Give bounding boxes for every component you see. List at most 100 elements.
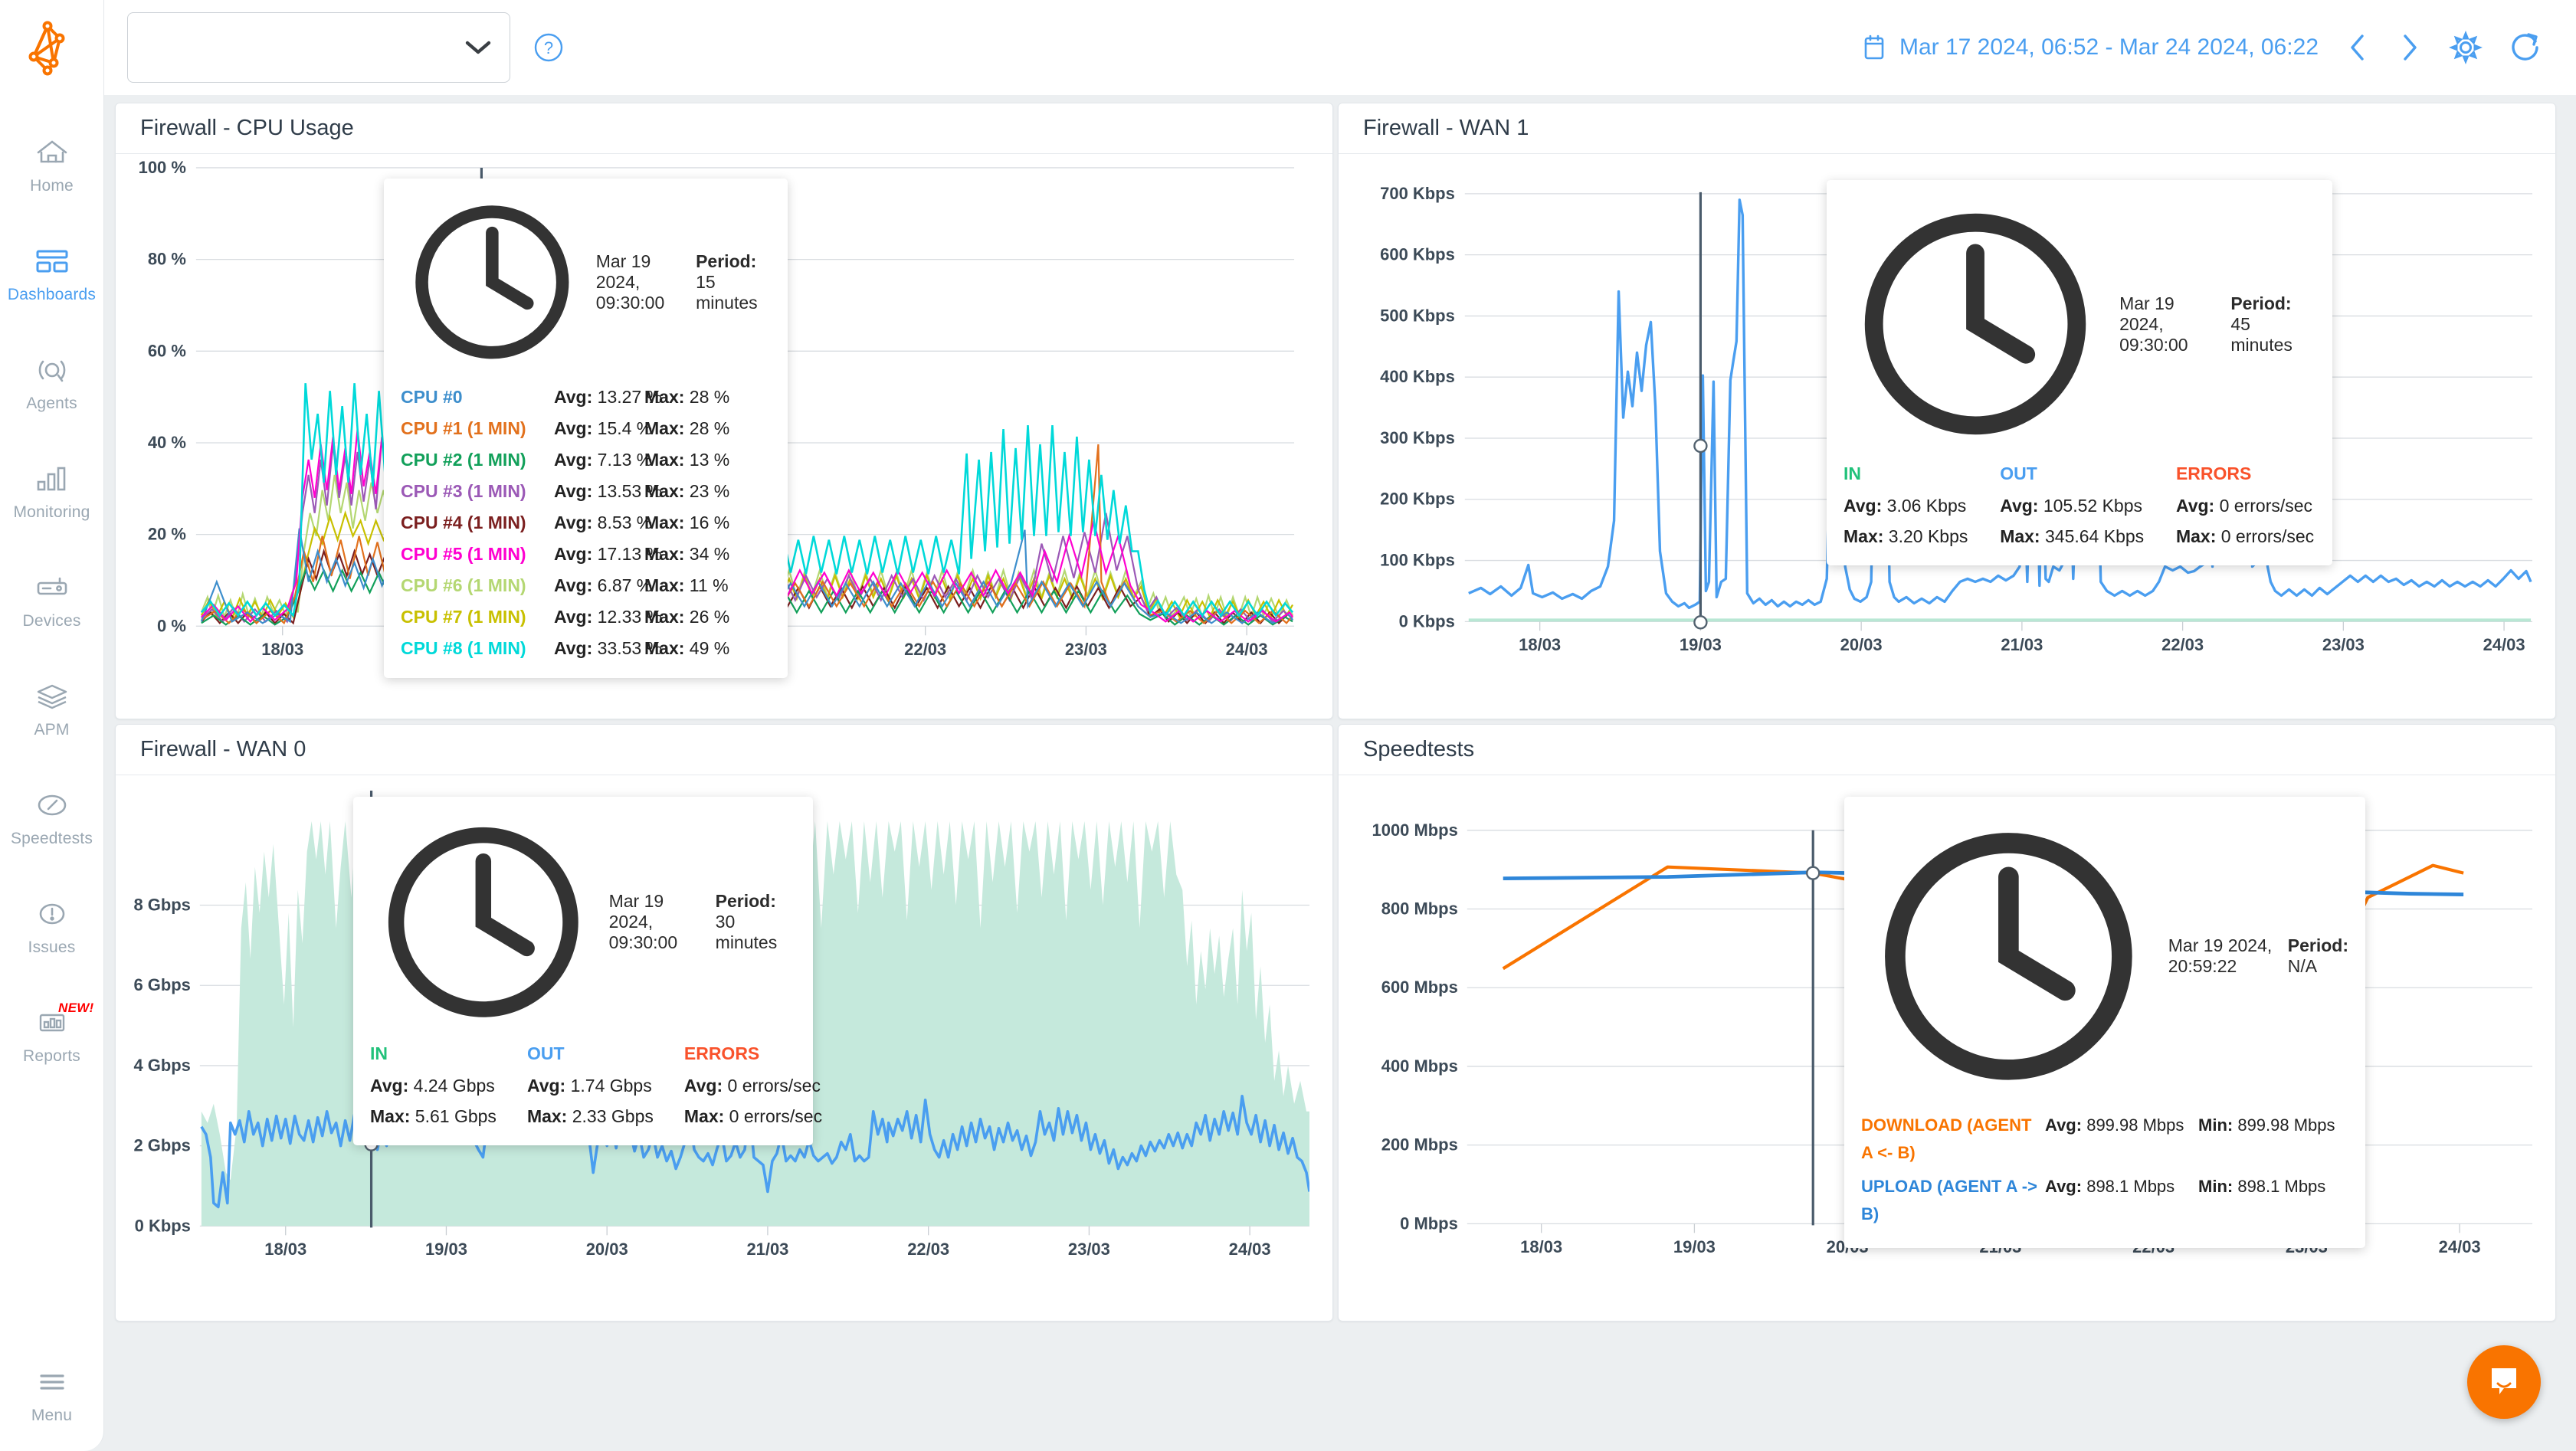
- sidebar-item-label: Home: [30, 176, 74, 195]
- sidebar-item-label: Devices: [22, 611, 81, 630]
- sidebar-item-agents[interactable]: Agents: [0, 328, 103, 437]
- devices-icon: [34, 570, 70, 605]
- chat-bubble-icon: [2492, 1368, 2516, 1394]
- svg-text:23/03: 23/03: [2322, 635, 2365, 654]
- tooltip-row: UPLOAD (AGENT A -> B) Avg: 898.1 Mbps Mi…: [1861, 1173, 2348, 1234]
- reports-new-badge: NEW!: [58, 1001, 94, 1015]
- sidebar-item-speedtests[interactable]: Speedtests: [0, 763, 103, 872]
- series-name: DOWNLOAD (AGENT A <- B): [1861, 1115, 2032, 1162]
- clock-icon: [415, 205, 569, 359]
- svg-text:19/03: 19/03: [1673, 1237, 1716, 1256]
- svg-text:8 Gbps: 8 Gbps: [133, 896, 190, 915]
- tooltip-row: DOWNLOAD (AGENT A <- B) Avg: 899.98 Mbps…: [1861, 1112, 2348, 1173]
- clock-icon: [1864, 213, 2086, 435]
- series-avg: Avg: 3.06 Kbps: [1844, 496, 1967, 516]
- series-min: Min: 898.1 Mbps: [2198, 1176, 2326, 1196]
- svg-text:1000 Mbps: 1000 Mbps: [1372, 820, 1458, 840]
- sidebar-item-label: Reports: [23, 1046, 80, 1065]
- prev-period-button[interactable]: [2345, 31, 2371, 64]
- series-max: Max: 16 %: [644, 512, 730, 532]
- series-max: Max: 0 errors/sec: [2175, 526, 2315, 547]
- svg-text:20 %: 20 %: [148, 525, 186, 544]
- series-name: CPU #2 (1 MIN): [401, 449, 526, 470]
- panel-wan0: Firewall - WAN 0 8 Gbps 6 Gbps 4 Gbps 2 Gb…: [115, 724, 1333, 1322]
- sidebar-item-monitoring[interactable]: Monitoring: [0, 437, 103, 545]
- topbar-controls: Mar 17 2024, 06:52 - Mar 24 2024, 06:22: [1861, 31, 2576, 64]
- tooltip-row: CPU #2 (1 MIN) Avg: 7.13 % Max: 13 %: [401, 444, 771, 476]
- issues-alert-icon: [34, 896, 70, 932]
- tooltip-column: OUT Avg: 105.52 Kbps Max: 345.64 Kbps: [2000, 463, 2145, 552]
- speedtests-chart[interactable]: 1000 Mbps 800 Mbps 600 Mbps 400 Mbps 200 M…: [1339, 775, 2555, 1321]
- dashboards-icon: [34, 244, 70, 279]
- tooltip-row: CPU #1 (1 MIN) Avg: 15.4 % Max: 28 %: [401, 413, 771, 444]
- series-name: OUT: [2000, 463, 2037, 484]
- tooltip-header: Mar 19 2024, 20:59:22 Period: N/A: [1861, 809, 2348, 1104]
- series-avg: Avg: 13.53 %: [554, 480, 663, 501]
- svg-text:20/03: 20/03: [586, 1240, 628, 1259]
- hamburger-icon: [35, 1364, 69, 1400]
- calendar-button[interactable]: [1861, 33, 1887, 62]
- sidebar-item-label: APM: [34, 720, 70, 739]
- gear-icon: [2449, 31, 2483, 64]
- svg-text:600 Kbps: 600 Kbps: [1380, 245, 1455, 264]
- cpu-chart[interactable]: 100 %80 % 60 %40 % 20 %0 % 18/0319/03 20…: [116, 154, 1332, 719]
- series-avg: Avg: 15.4 %: [554, 418, 653, 438]
- svg-text:700 Kbps: 700 Kbps: [1380, 184, 1455, 203]
- series-max: Max: 5.61 Gbps: [370, 1105, 497, 1126]
- svg-text:2 Gbps: 2 Gbps: [133, 1136, 190, 1155]
- tooltip-row: CPU #8 (1 MIN) Avg: 33.53 % Max: 49 %: [401, 633, 771, 664]
- clock-icon: [388, 827, 578, 1017]
- svg-text:200 Kbps: 200 Kbps: [1380, 490, 1455, 509]
- tooltip-header: Mar 19 2024, 09:30:00 Period: 45 minutes: [1844, 192, 2315, 456]
- series-name: CPU #4 (1 MIN): [401, 512, 526, 532]
- calendar-icon: [1864, 34, 1884, 60]
- wan1-tooltip-columns: IN Avg: 3.06 Kbps Max: 3.20 Kbps OUT Avg…: [1844, 463, 2315, 552]
- refresh-button[interactable]: [2509, 31, 2542, 64]
- series-name: ERRORS: [683, 1043, 760, 1063]
- series-name: CPU #3 (1 MIN): [401, 480, 526, 501]
- panel-cpu-usage: Firewall - CPU Usage 100 % 80 % 60 % 40 …: [115, 103, 1333, 719]
- svg-text:22/03: 22/03: [2161, 635, 2204, 654]
- tooltip-period: Period: 30 minutes: [715, 891, 778, 953]
- panel-speedtests: Speedtests 1000 Mbps 800 Mbps 600 Mbps 400…: [1338, 724, 2556, 1322]
- settings-button[interactable]: [2449, 31, 2483, 64]
- wan1-chart[interactable]: 700 Kbps 600 Kbps 500 Kbps 400 Kbps 300 Kb…: [1339, 154, 2555, 719]
- next-period-button[interactable]: [2397, 31, 2423, 64]
- series-min: Min: 899.98 Mbps: [2198, 1115, 2335, 1135]
- series-avg: Avg: 0 errors/sec: [2175, 496, 2313, 516]
- sidebar-item-devices[interactable]: Devices: [0, 545, 103, 654]
- series-avg: Avg: 898.1 Mbps: [2045, 1176, 2175, 1196]
- dashboard-select[interactable]: [127, 12, 510, 83]
- sidebar-item-reports[interactable]: NEW! Reports: [0, 981, 103, 1089]
- svg-text:0 Kbps: 0 Kbps: [135, 1216, 191, 1235]
- svg-text:0 %: 0 %: [157, 616, 186, 635]
- date-range-label[interactable]: Mar 17 2024, 06:52 - Mar 24 2024, 06:22: [1899, 34, 2319, 61]
- sidebar-item-dashboards[interactable]: Dashboards: [0, 219, 103, 328]
- svg-text:800 Mbps: 800 Mbps: [1381, 899, 1458, 919]
- sidebar-item-menu[interactable]: Menu: [0, 1364, 103, 1425]
- tooltip-header: Mar 19 2024, 09:30:00 Period: 30 minutes: [370, 809, 796, 1036]
- series-avg: Avg: 7.13 %: [554, 449, 653, 470]
- series-avg: Avg: 6.87 %: [554, 575, 653, 595]
- tooltip-row: CPU #6 (1 MIN) Avg: 6.87 % Max: 11 %: [401, 570, 771, 601]
- series-name: CPU #6 (1 MIN): [401, 575, 526, 595]
- series-name: CPU #1 (1 MIN): [401, 418, 526, 438]
- svg-text:19/03: 19/03: [425, 1240, 467, 1259]
- wan1-tooltip: Mar 19 2024, 09:30:00 Period: 45 minutes…: [1827, 180, 2332, 566]
- tooltip-time: Mar 19 2024, 09:30:00: [608, 891, 678, 953]
- app-logo[interactable]: [0, 0, 103, 95]
- series-avg: Avg: 0 errors/sec: [683, 1075, 821, 1096]
- svg-text:18/03: 18/03: [261, 640, 303, 659]
- svg-text:20/03: 20/03: [1840, 635, 1883, 654]
- panel-title: Speedtests: [1339, 725, 2555, 775]
- panel-title: Firewall - WAN 0: [116, 725, 1332, 775]
- sidebar-item-issues[interactable]: Issues: [0, 872, 103, 981]
- help-button[interactable]: ?: [533, 32, 564, 63]
- wan0-chart[interactable]: 8 Gbps 6 Gbps 4 Gbps 2 Gbps 0 Kbps 18/03 19…: [116, 775, 1332, 1321]
- series-avg: Avg: 12.33 %: [554, 606, 663, 627]
- series-name: UPLOAD (AGENT A -> B): [1861, 1176, 2037, 1223]
- svg-text:18/03: 18/03: [264, 1240, 306, 1259]
- sidebar-item-home[interactable]: Home: [0, 110, 103, 219]
- chat-launcher-button[interactable]: [2467, 1345, 2541, 1419]
- sidebar-item-apm[interactable]: APM: [0, 654, 103, 763]
